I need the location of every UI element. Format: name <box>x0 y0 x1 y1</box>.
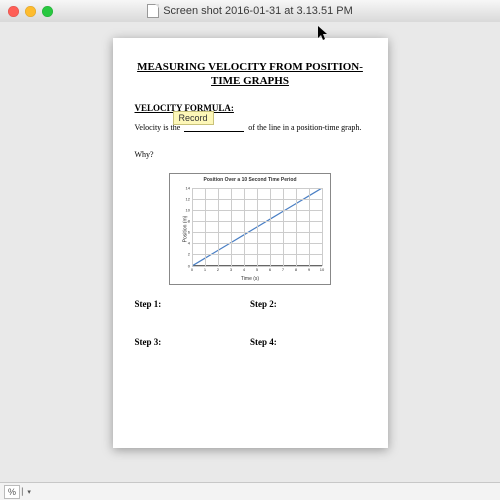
page-title: MEASURING VELOCITY FROM POSITION-TIME GR… <box>135 60 366 89</box>
chart-title: Position Over a 10 Second Time Period <box>170 177 330 183</box>
chart-xlabel: Time (s) <box>170 276 330 282</box>
steps-grid: Step 1: Step 2: Step 3: Step 4: <box>135 299 366 347</box>
mouse-cursor-icon <box>318 26 330 42</box>
position-time-chart: Position Over a 10 Second Time Period Po… <box>169 173 331 285</box>
record-tooltip: Record <box>173 111 214 125</box>
window-title-text: Screen shot 2016-01-31 at 3.13.51 PM <box>163 5 353 17</box>
chart-plot-area: 02468101214012345678910 <box>192 188 322 266</box>
section-heading: VELOCITY FORMULA: <box>135 103 366 113</box>
zoom-icon[interactable] <box>42 6 53 17</box>
file-icon <box>147 4 159 18</box>
step-3: Step 3: <box>135 337 251 347</box>
why-prompt: Why? <box>135 150 366 159</box>
zoom-field[interactable]: % <box>4 485 20 499</box>
document-viewer: MEASURING VELOCITY FROM POSITION-TIME GR… <box>0 22 500 482</box>
close-icon[interactable] <box>8 6 19 17</box>
chart-container: Position Over a 10 Second Time Period Po… <box>135 173 366 285</box>
minimize-icon[interactable] <box>25 6 36 17</box>
step-4: Step 4: <box>250 337 366 347</box>
traffic-lights <box>8 6 53 17</box>
velocity-sentence: Velocity is the of the line in a positio… <box>135 123 366 132</box>
step-1: Step 1: <box>135 299 251 309</box>
window-title: Screen shot 2016-01-31 at 3.13.51 PM <box>0 4 500 18</box>
step-2: Step 2: <box>250 299 366 309</box>
sentence-post: of the line in a position-time graph. <box>248 123 361 132</box>
document-page: MEASURING VELOCITY FROM POSITION-TIME GR… <box>113 38 388 448</box>
window-titlebar: Screen shot 2016-01-31 at 3.13.51 PM <box>0 0 500 23</box>
zoom-dropdown-icon[interactable]: ▏▾ <box>22 488 31 496</box>
status-bar: % ▏▾ <box>0 482 500 500</box>
